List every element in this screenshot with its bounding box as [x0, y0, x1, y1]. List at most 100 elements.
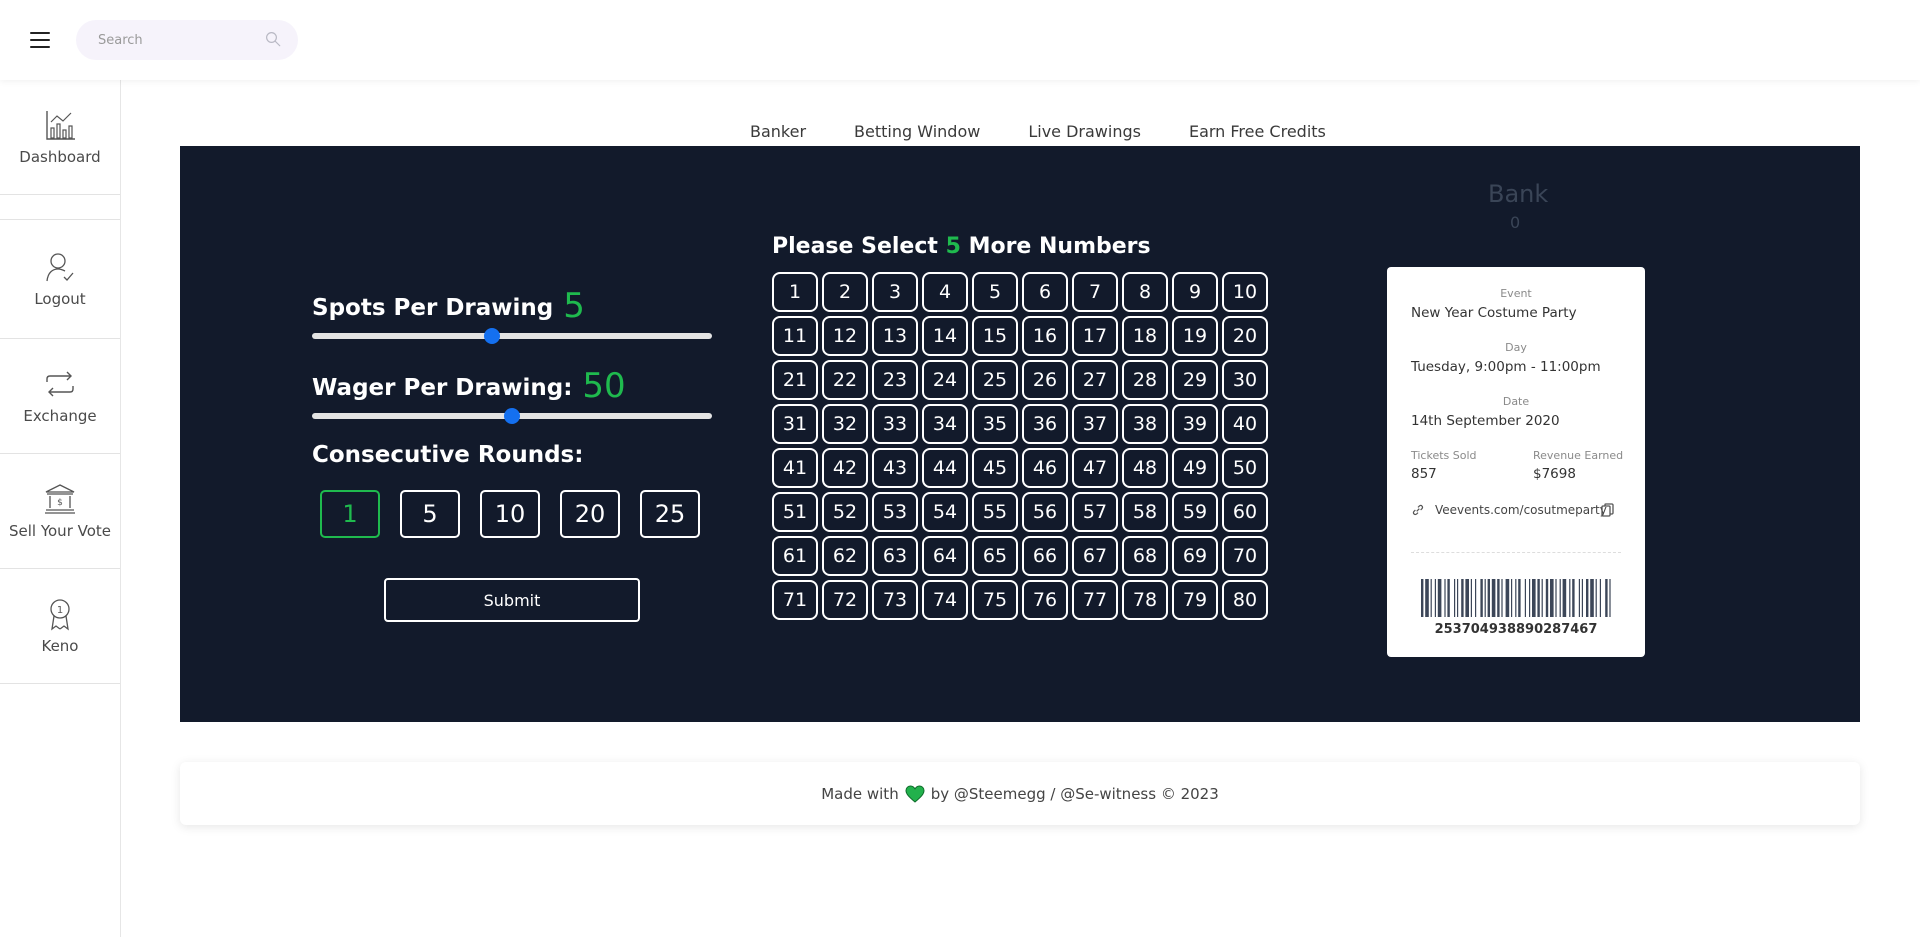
number-button[interactable]: 51: [772, 492, 818, 532]
number-button[interactable]: 44: [922, 448, 968, 488]
sidebar-item-exchange[interactable]: Exchange: [0, 339, 120, 454]
tab-earn-free-credits[interactable]: Earn Free Credits: [1189, 118, 1326, 147]
number-button[interactable]: 57: [1072, 492, 1118, 532]
sidebar-item-keno[interactable]: 1 Keno: [0, 569, 120, 684]
tab-betting-window[interactable]: Betting Window: [854, 118, 980, 147]
number-button[interactable]: 12: [822, 316, 868, 356]
number-button[interactable]: 38: [1122, 404, 1168, 444]
number-button[interactable]: 59: [1172, 492, 1218, 532]
number-button[interactable]: 2: [822, 272, 868, 312]
number-button[interactable]: 67: [1072, 536, 1118, 576]
spots-slider[interactable]: [312, 328, 712, 344]
number-button[interactable]: 72: [822, 580, 868, 620]
number-button[interactable]: 31: [772, 404, 818, 444]
number-button[interactable]: 43: [872, 448, 918, 488]
number-button[interactable]: 52: [822, 492, 868, 532]
number-button[interactable]: 77: [1072, 580, 1118, 620]
number-button[interactable]: 41: [772, 448, 818, 488]
number-button[interactable]: 33: [872, 404, 918, 444]
number-button[interactable]: 69: [1172, 536, 1218, 576]
number-button[interactable]: 17: [1072, 316, 1118, 356]
tab-banker[interactable]: Banker: [750, 118, 807, 149]
number-button[interactable]: 30: [1222, 360, 1268, 400]
number-button[interactable]: 36: [1022, 404, 1068, 444]
sidebar-item-dashboard[interactable]: Dashboard: [0, 80, 120, 195]
search-input[interactable]: [96, 31, 250, 49]
number-button[interactable]: 62: [822, 536, 868, 576]
number-button[interactable]: 32: [822, 404, 868, 444]
round-option-10[interactable]: 10: [480, 490, 540, 538]
number-button[interactable]: 29: [1172, 360, 1218, 400]
number-button[interactable]: 47: [1072, 448, 1118, 488]
number-button[interactable]: 79: [1172, 580, 1218, 620]
wager-slider-thumb[interactable]: [504, 408, 520, 424]
submit-button[interactable]: Submit: [384, 578, 640, 622]
number-button[interactable]: 19: [1172, 316, 1218, 356]
number-button[interactable]: 74: [922, 580, 968, 620]
number-button[interactable]: 46: [1022, 448, 1068, 488]
number-button[interactable]: 7: [1072, 272, 1118, 312]
number-button[interactable]: 66: [1022, 536, 1068, 576]
number-button[interactable]: 34: [922, 404, 968, 444]
number-button[interactable]: 13: [872, 316, 918, 356]
number-button[interactable]: 26: [1022, 360, 1068, 400]
number-button[interactable]: 21: [772, 360, 818, 400]
sidebar-item-sell-your-vote[interactable]: $ Sell Your Vote: [0, 454, 120, 569]
number-button[interactable]: 1: [772, 272, 818, 312]
number-button[interactable]: 71: [772, 580, 818, 620]
number-button[interactable]: 27: [1072, 360, 1118, 400]
wager-slider[interactable]: [312, 408, 712, 424]
event-link[interactable]: Veevents.com/cosutmeparty: [1435, 503, 1607, 517]
number-button[interactable]: 65: [972, 536, 1018, 576]
number-button[interactable]: 6: [1022, 272, 1068, 312]
number-button[interactable]: 58: [1122, 492, 1168, 532]
number-button[interactable]: 16: [1022, 316, 1068, 356]
number-button[interactable]: 45: [972, 448, 1018, 488]
number-button[interactable]: 78: [1122, 580, 1168, 620]
number-button[interactable]: 49: [1172, 448, 1218, 488]
number-button[interactable]: 48: [1122, 448, 1168, 488]
number-button[interactable]: 11: [772, 316, 818, 356]
number-button[interactable]: 76: [1022, 580, 1068, 620]
number-button[interactable]: 50: [1222, 448, 1268, 488]
number-button[interactable]: 3: [872, 272, 918, 312]
number-button[interactable]: 64: [922, 536, 968, 576]
round-option-5[interactable]: 5: [400, 490, 460, 538]
number-button[interactable]: 75: [972, 580, 1018, 620]
number-button[interactable]: 68: [1122, 536, 1168, 576]
number-button[interactable]: 61: [772, 536, 818, 576]
number-button[interactable]: 55: [972, 492, 1018, 532]
tab-live-drawings[interactable]: Live Drawings: [1028, 118, 1141, 147]
sidebar-item-logout[interactable]: Logout: [0, 220, 120, 339]
number-button[interactable]: 80: [1222, 580, 1268, 620]
number-button[interactable]: 70: [1222, 536, 1268, 576]
number-button[interactable]: 54: [922, 492, 968, 532]
number-button[interactable]: 20: [1222, 316, 1268, 356]
number-button[interactable]: 10: [1222, 272, 1268, 312]
number-button[interactable]: 42: [822, 448, 868, 488]
search-box[interactable]: [76, 20, 298, 60]
number-button[interactable]: 14: [922, 316, 968, 356]
number-button[interactable]: 22: [822, 360, 868, 400]
number-button[interactable]: 5: [972, 272, 1018, 312]
number-button[interactable]: 63: [872, 536, 918, 576]
number-button[interactable]: 39: [1172, 404, 1218, 444]
number-button[interactable]: 28: [1122, 360, 1168, 400]
number-button[interactable]: 9: [1172, 272, 1218, 312]
round-option-25[interactable]: 25: [640, 490, 700, 538]
search-icon[interactable]: [264, 30, 282, 48]
number-button[interactable]: 8: [1122, 272, 1168, 312]
number-button[interactable]: 40: [1222, 404, 1268, 444]
number-button[interactable]: 25: [972, 360, 1018, 400]
number-button[interactable]: 18: [1122, 316, 1168, 356]
number-button[interactable]: 35: [972, 404, 1018, 444]
spots-slider-thumb[interactable]: [484, 328, 500, 344]
number-button[interactable]: 73: [872, 580, 918, 620]
round-option-20[interactable]: 20: [560, 490, 620, 538]
menu-icon[interactable]: [30, 32, 50, 48]
copy-icon[interactable]: [1601, 503, 1614, 517]
number-button[interactable]: 56: [1022, 492, 1068, 532]
number-button[interactable]: 15: [972, 316, 1018, 356]
number-button[interactable]: 23: [872, 360, 918, 400]
number-button[interactable]: 24: [922, 360, 968, 400]
